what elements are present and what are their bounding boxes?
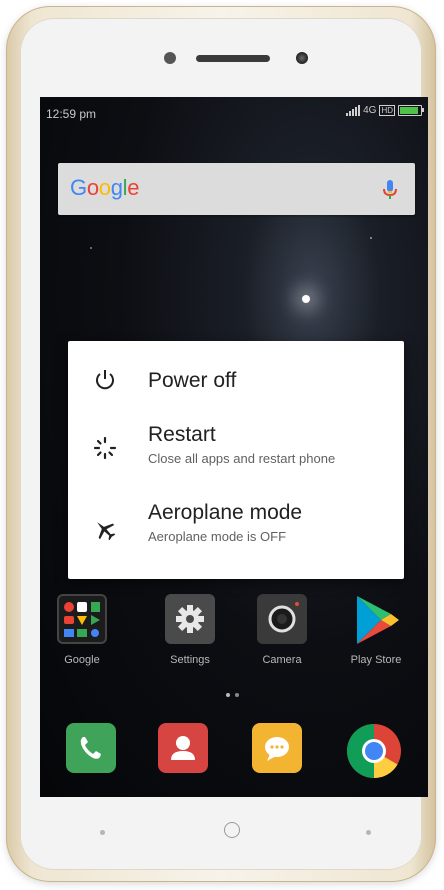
nav-key-menu[interactable]	[100, 830, 105, 835]
restart-icon	[90, 433, 120, 463]
front-camera	[296, 52, 308, 64]
nav-key-back[interactable]	[366, 830, 371, 835]
proximity-sensor	[164, 52, 176, 64]
restart-option[interactable]: Restart Close all apps and restart phone	[68, 423, 404, 485]
nav-key-home[interactable]	[224, 822, 240, 838]
aeroplane-mode-option[interactable]: Aeroplane mode Aeroplane mode is OFF	[68, 501, 404, 561]
option-subtitle: Close all apps and restart phone	[148, 451, 336, 466]
app-label: Play Store	[350, 654, 402, 666]
wallpaper-star	[370, 237, 372, 239]
power-menu-dialog: Power off Restart Close all apps and res…	[68, 341, 404, 579]
status-bar: 12:59 pm 4G HD	[46, 105, 424, 123]
battery-icon	[398, 105, 424, 116]
mic-icon[interactable]	[383, 180, 397, 205]
network-4g-icon: 4G	[363, 105, 377, 116]
app-label: Settings	[170, 654, 210, 666]
home-app-row: Google Settings Camera Play Store	[40, 594, 428, 674]
option-title: Aeroplane mode	[148, 501, 303, 524]
hd-badge: HD	[379, 105, 395, 116]
app-dock	[40, 723, 428, 783]
wallpaper-star	[90, 247, 92, 249]
earpiece-speaker	[196, 55, 270, 62]
camera-icon	[257, 594, 307, 644]
app-google[interactable]: Google	[46, 594, 118, 666]
option-title: Restart	[148, 423, 216, 446]
wallpaper-star	[302, 295, 310, 303]
app-label: Camera	[262, 654, 302, 666]
play-store-icon	[351, 594, 401, 644]
phone-screen: 12:59 pm 4G HD Google Google Settings Ca…	[40, 97, 428, 797]
app-settings[interactable]: Settings	[154, 594, 226, 666]
chrome-icon[interactable]	[346, 723, 401, 778]
phone-icon[interactable]	[66, 723, 116, 773]
airplane-icon	[90, 515, 120, 545]
power-icon	[90, 365, 120, 395]
google-search-bar[interactable]: Google	[58, 163, 415, 215]
option-subtitle: Aeroplane mode is OFF	[148, 529, 287, 544]
google-logo: Google	[70, 175, 140, 200]
status-time: 12:59 pm	[46, 107, 97, 121]
gear-icon	[165, 594, 215, 644]
app-camera[interactable]: Camera	[246, 594, 318, 666]
power-off-option[interactable]: Power off	[68, 361, 404, 417]
messages-icon[interactable]	[252, 723, 302, 773]
app-play-store[interactable]: Play Store	[340, 594, 412, 666]
app-label: Google	[64, 654, 100, 666]
status-icons: 4G HD	[346, 105, 424, 116]
signal-icon	[346, 105, 361, 116]
page-indicator	[226, 693, 239, 697]
contacts-icon[interactable]	[158, 723, 208, 773]
option-title: Power off	[148, 369, 237, 392]
google-folder-icon	[57, 594, 107, 644]
